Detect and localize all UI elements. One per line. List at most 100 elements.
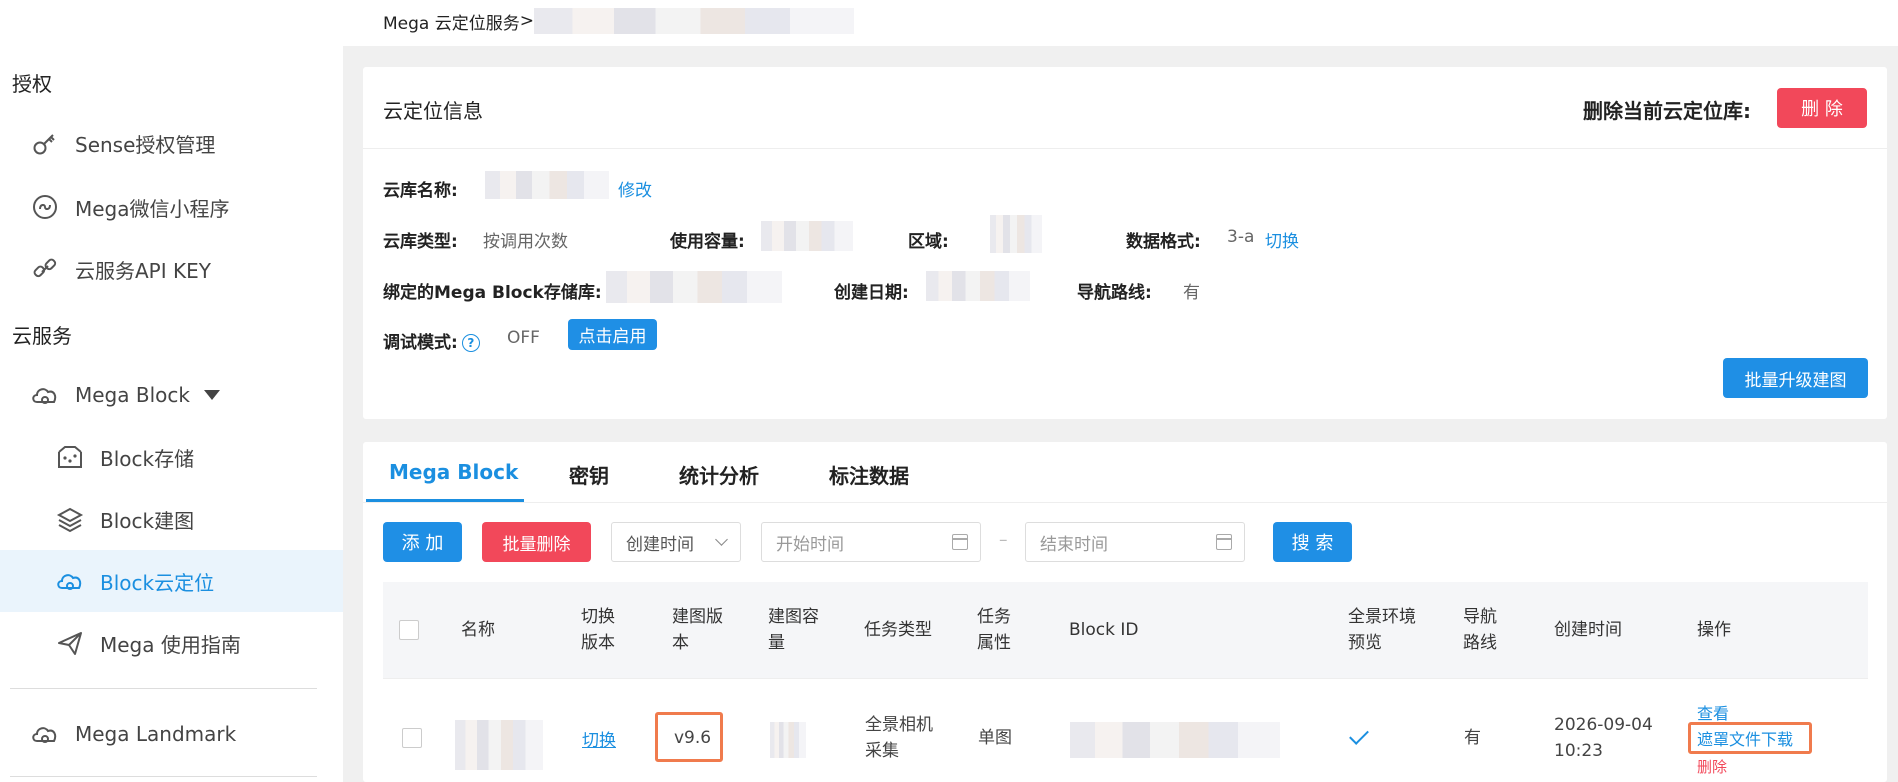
sidebar-item-mega-miniprogram[interactable]: Mega微信小程序 [0, 176, 343, 238]
card-title: 云定位信息 [383, 99, 483, 123]
row-task-type: 全景相机 采集 [865, 715, 933, 761]
edit-link[interactable]: 修改 [618, 176, 652, 201]
name-value-redacted [485, 171, 609, 199]
start-date-placeholder: 开始时间 [776, 534, 844, 555]
tab-annotation[interactable]: 标注数据 [829, 460, 909, 489]
sidebar-item-label: Mega微信小程序 [75, 196, 230, 221]
sidebar-item-mega-block[interactable]: Mega Block [0, 364, 343, 426]
miniprogram-icon [29, 191, 61, 223]
mask-download-highlight-box [1688, 722, 1812, 754]
search-button[interactable]: 搜 索 [1273, 522, 1352, 562]
sidebar: 授权 Sense授权管理 Mega微信小程序 云服务API KEY 云服务 Me… [0, 0, 343, 782]
sidebar-divider [10, 776, 317, 777]
region-label: 区域: [908, 232, 949, 252]
sidebar-item-label: 云服务API KEY [75, 258, 211, 283]
sidebar-item-label: Mega Block [75, 383, 190, 407]
breadcrumb: Mega 云定位服务 > [383, 8, 854, 34]
chevron-down-icon [715, 533, 728, 546]
name-label: 云库名称: [383, 181, 458, 201]
sort-select-value: 创建时间 [626, 534, 694, 555]
format-value: 3-a [1227, 227, 1255, 247]
cloud-locate-icon [54, 565, 86, 597]
col-name: 名称 [461, 620, 495, 640]
col-created-time: 创建时间 [1554, 620, 1622, 640]
block-list-card: Mega Block 密钥 统计分析 标注数据 添 加 批量删除 创建时间 开始… [363, 442, 1887, 782]
capacity-label: 使用容量: [670, 232, 745, 252]
type-label: 云库类型: [383, 232, 458, 252]
section-auth-heading: 授权 [12, 72, 52, 96]
row-nav-route: 有 [1464, 728, 1481, 748]
row-task-attr: 单图 [978, 728, 1012, 748]
link-icon [29, 253, 61, 285]
row-checkbox[interactable] [402, 728, 422, 748]
sidebar-item-label: Sense授权管理 [75, 132, 216, 157]
delete-label: 删除当前云定位库: [1583, 99, 1751, 123]
sidebar-item-label: Mega Landmark [75, 722, 237, 746]
row-capacity-redacted [770, 722, 806, 758]
sidebar-item-block-cloud-locate[interactable]: Block云定位 [0, 550, 343, 612]
tab-mega-block[interactable]: Mega Block [389, 460, 518, 484]
row-name-redacted [455, 720, 543, 770]
tab-keys[interactable]: 密钥 [569, 460, 609, 489]
row-created-time: 2026-09-04 10:23 [1554, 715, 1653, 761]
batch-delete-button[interactable]: 批量删除 [482, 522, 591, 562]
sort-select[interactable]: 创建时间 [611, 522, 741, 562]
section-cloud-heading: 云服务 [12, 324, 72, 348]
col-actions: 操作 [1697, 620, 1731, 640]
start-date-input[interactable]: 开始时间 [761, 522, 981, 562]
sidebar-item-label: Mega 使用指南 [100, 632, 241, 657]
storage-icon [54, 441, 86, 473]
version-highlight-box [655, 712, 723, 762]
format-label: 数据格式: [1126, 232, 1201, 252]
add-button[interactable]: 添 加 [383, 522, 462, 562]
check-icon [1349, 725, 1369, 745]
bound-store-label: 绑定的Mega Block存储库: [383, 283, 602, 303]
col-task-type: 任务类型 [864, 620, 932, 640]
sidebar-item-block-mapping[interactable]: Block建图 [0, 488, 343, 550]
caret-down-icon [203, 390, 220, 400]
sidebar-item-mega-guide[interactable]: Mega 使用指南 [0, 612, 343, 674]
sidebar-item-label: Block建图 [100, 508, 195, 533]
enable-debug-button[interactable]: 点击启用 [568, 319, 657, 350]
end-date-placeholder: 结束时间 [1040, 534, 1108, 555]
nav-route-value: 有 [1183, 283, 1200, 303]
sidebar-item-block-storage[interactable]: Block存储 [0, 426, 343, 488]
calendar-icon [1216, 534, 1232, 550]
end-date-input[interactable]: 结束时间 [1025, 522, 1245, 562]
calendar-icon [952, 534, 968, 550]
layers-icon [54, 503, 86, 535]
sidebar-item-sense-auth[interactable]: Sense授权管理 [0, 112, 343, 174]
col-block-id: Block ID [1069, 620, 1139, 640]
bound-store-value-redacted [606, 271, 782, 303]
header-divider [383, 678, 1868, 679]
breadcrumb-root[interactable]: Mega 云定位服务 [383, 9, 520, 34]
sidebar-item-mega-landmark[interactable]: Mega Landmark [0, 703, 343, 765]
region-value-redacted [990, 215, 1042, 253]
row-block-id-redacted [1070, 722, 1280, 758]
nav-route-label: 导航路线: [1077, 283, 1152, 303]
row-delete-link[interactable]: 删除 [1697, 756, 1727, 777]
cloud-icon [29, 379, 61, 411]
select-all-checkbox[interactable] [399, 620, 419, 640]
created-date-label: 创建日期: [834, 283, 909, 303]
sidebar-item-api-key[interactable]: 云服务API KEY [0, 238, 343, 300]
format-switch-link[interactable]: 切换 [1265, 227, 1299, 252]
col-nav-route: 导航 路线 [1463, 607, 1497, 653]
breadcrumb-separator: > [519, 11, 534, 31]
batch-upgrade-button[interactable]: 批量升级建图 [1723, 358, 1868, 398]
key-icon [29, 127, 61, 159]
row-switch-link[interactable]: 切换 [582, 726, 616, 751]
type-value: 按调用次数 [483, 232, 568, 252]
tab-divider [363, 502, 1887, 503]
tab-statistics[interactable]: 统计分析 [679, 460, 759, 489]
sidebar-item-label: Block存储 [100, 446, 195, 471]
cloud-icon [29, 718, 61, 750]
sidebar-item-label: Block云定位 [100, 570, 215, 595]
row-view-link[interactable]: 查看 [1697, 700, 1729, 724]
table-header: 名称 切换 版本 建图版 本 建图容 量 任务类型 任务 属性 Block ID… [383, 582, 1868, 678]
created-date-value-redacted [926, 271, 1030, 301]
help-icon[interactable]: ? [461, 334, 480, 352]
delete-button[interactable]: 删 除 [1777, 88, 1867, 128]
col-build-capacity: 建图容 量 [768, 607, 819, 653]
col-build-version: 建图版 本 [672, 607, 723, 653]
